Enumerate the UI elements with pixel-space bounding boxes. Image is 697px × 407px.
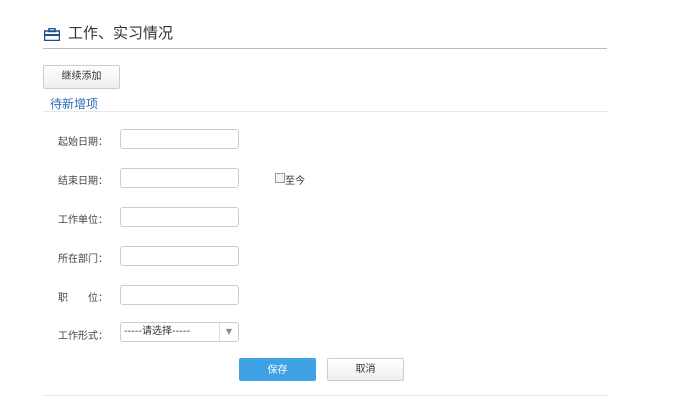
department-input[interactable] xyxy=(120,246,239,266)
section-divider xyxy=(43,111,607,112)
position-input[interactable] xyxy=(120,285,239,305)
divider xyxy=(43,48,607,49)
until-now-checkbox[interactable] xyxy=(275,173,285,183)
page-title: 工作、实习情况 xyxy=(68,24,174,42)
work-type-selected: -----请选择----- xyxy=(124,326,191,337)
department-label: 所在部门： xyxy=(58,254,108,265)
start-date-input[interactable] xyxy=(120,129,239,149)
add-more-button[interactable]: 继续添加 xyxy=(43,65,120,89)
until-now-label: 至今 xyxy=(285,176,305,187)
work-type-label: 工作形式： xyxy=(58,331,108,342)
employer-label: 工作单位： xyxy=(58,215,108,226)
position-label: 职 位： xyxy=(58,293,108,304)
cancel-button[interactable]: 取消 xyxy=(327,358,404,381)
bottom-divider xyxy=(43,395,607,396)
save-button[interactable]: 保存 xyxy=(239,358,316,381)
work-type-select[interactable]: -----请选择----- ▼ xyxy=(120,322,239,342)
end-date-label: 结束日期： xyxy=(58,176,108,187)
employer-input[interactable] xyxy=(120,207,239,227)
end-date-input[interactable] xyxy=(120,168,239,188)
section-title: 待新增项 xyxy=(50,97,99,111)
briefcase-icon xyxy=(43,26,61,42)
start-date-label: 起始日期： xyxy=(58,137,108,148)
chevron-down-icon: ▼ xyxy=(219,323,238,341)
